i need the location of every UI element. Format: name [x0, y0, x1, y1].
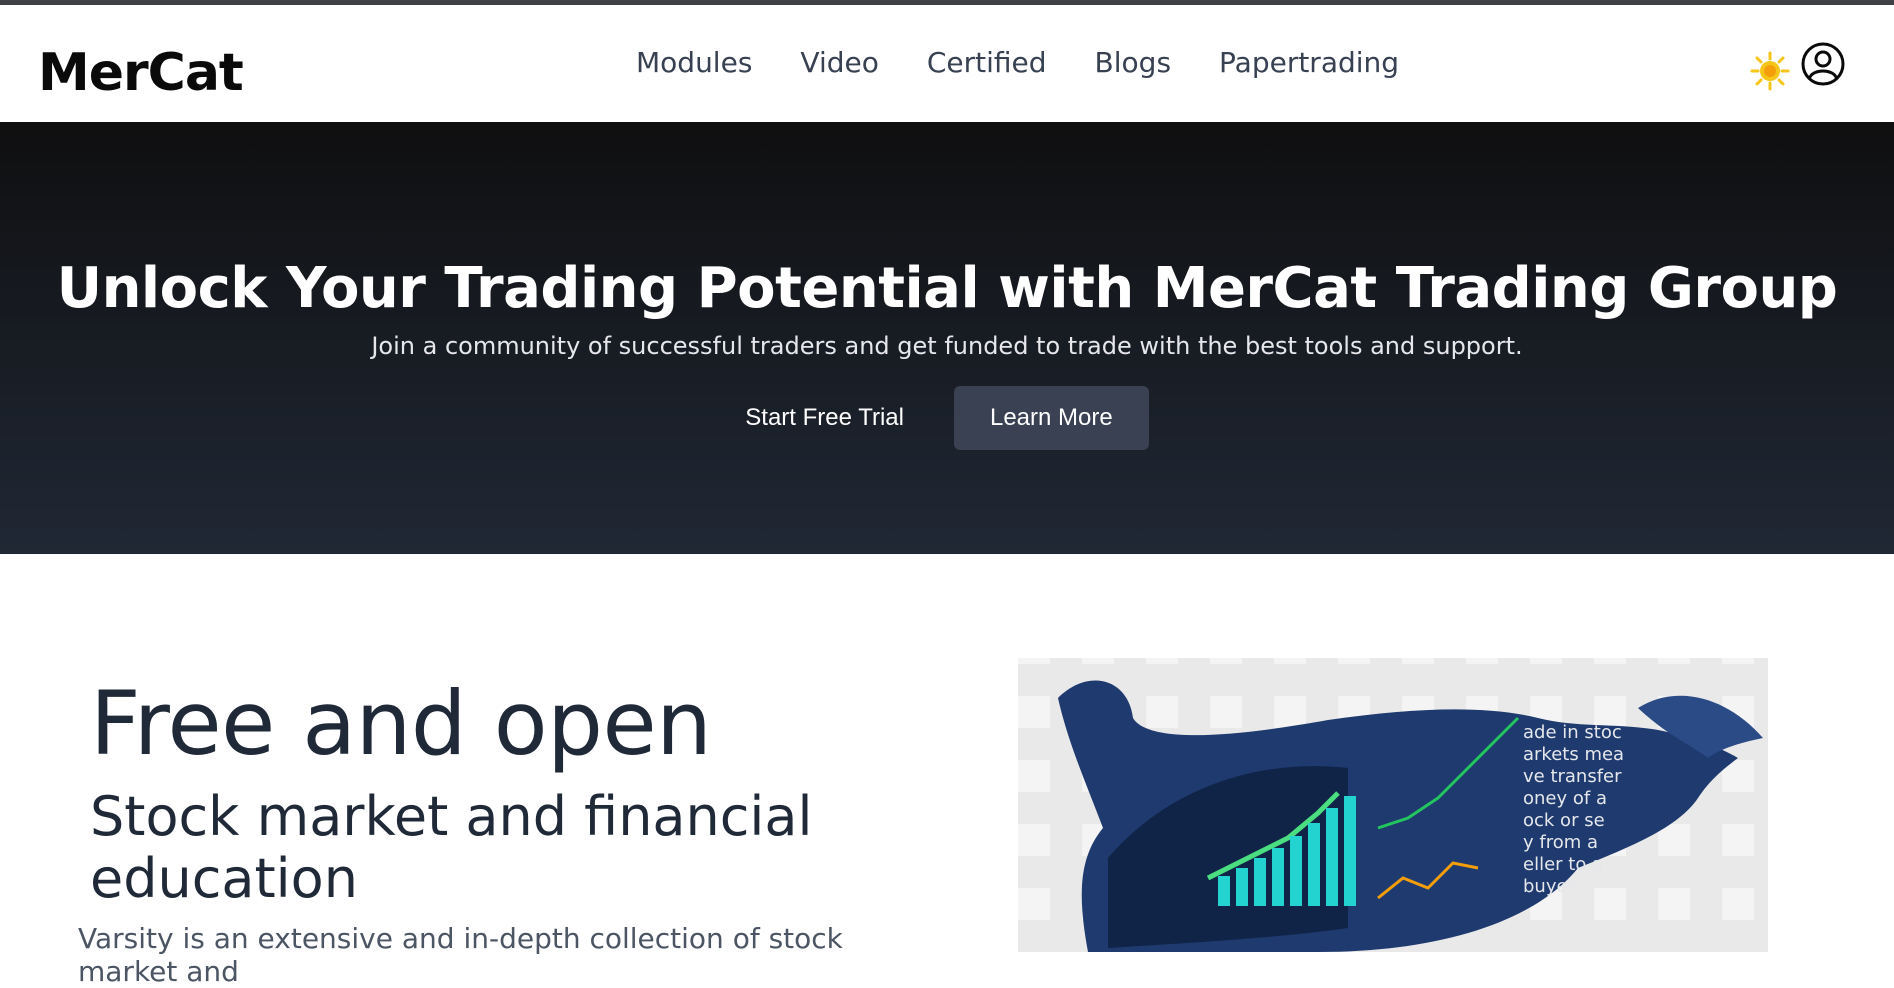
nav-item-certified[interactable]: Certified — [927, 46, 1047, 79]
intro-section: Free and open Stock market and financial… — [78, 672, 910, 988]
hero-actions: Start Free Trial Learn More — [0, 386, 1894, 450]
start-free-trial-button[interactable]: Start Free Trial — [745, 386, 904, 450]
user-circle-icon — [1801, 42, 1845, 86]
hero-section: Unlock Your Trading Potential with MerCa… — [0, 122, 1894, 554]
nav-item-blogs[interactable]: Blogs — [1095, 46, 1171, 79]
top-navbar: MerCat Modules Video Certified Blogs Pap… — [0, 5, 1894, 122]
nav-item-papertrading[interactable]: Papertrading — [1219, 46, 1399, 79]
bull-artwork: ade in stoc arkets mea ve transfer oney … — [1058, 680, 1763, 952]
overlay-text-6: y from a — [1523, 832, 1598, 853]
theme-toggle-button[interactable] — [1750, 51, 1790, 91]
hero-subtitle: Join a community of successful traders a… — [371, 332, 1523, 360]
learn-more-button[interactable]: Learn More — [953, 386, 1149, 450]
intro-subheading: Stock market and financial education — [90, 785, 813, 911]
overlay-text-2: arkets mea — [1523, 744, 1624, 765]
overlay-text-4: oney of a — [1523, 788, 1607, 809]
brand-logo[interactable]: MerCat — [38, 43, 244, 103]
intro-heading: Free and open — [90, 672, 712, 775]
sun-icon — [1750, 51, 1790, 91]
account-button[interactable] — [1800, 41, 1846, 87]
nav-item-modules[interactable]: Modules — [636, 46, 752, 79]
overlay-text-1: ade in stoc — [1523, 722, 1622, 743]
overlay-text-8: buyer — [1523, 876, 1576, 897]
hero-title: Unlock Your Trading Potential with MerCa… — [56, 255, 1838, 321]
overlay-text-7: eller to a — [1523, 854, 1603, 875]
nav-item-video[interactable]: Video — [800, 46, 878, 79]
main-menu: Modules Video Certified Blogs Papertradi… — [636, 46, 1399, 79]
intro-paragraph: Varsity is an extensive and in-depth col… — [78, 922, 843, 988]
bull-chart-illustration: ade in stoc arkets mea ve transfer oney … — [1018, 658, 1768, 952]
overlay-text-3: ve transfer — [1523, 766, 1622, 787]
overlay-text-5: ock or se — [1523, 810, 1605, 831]
